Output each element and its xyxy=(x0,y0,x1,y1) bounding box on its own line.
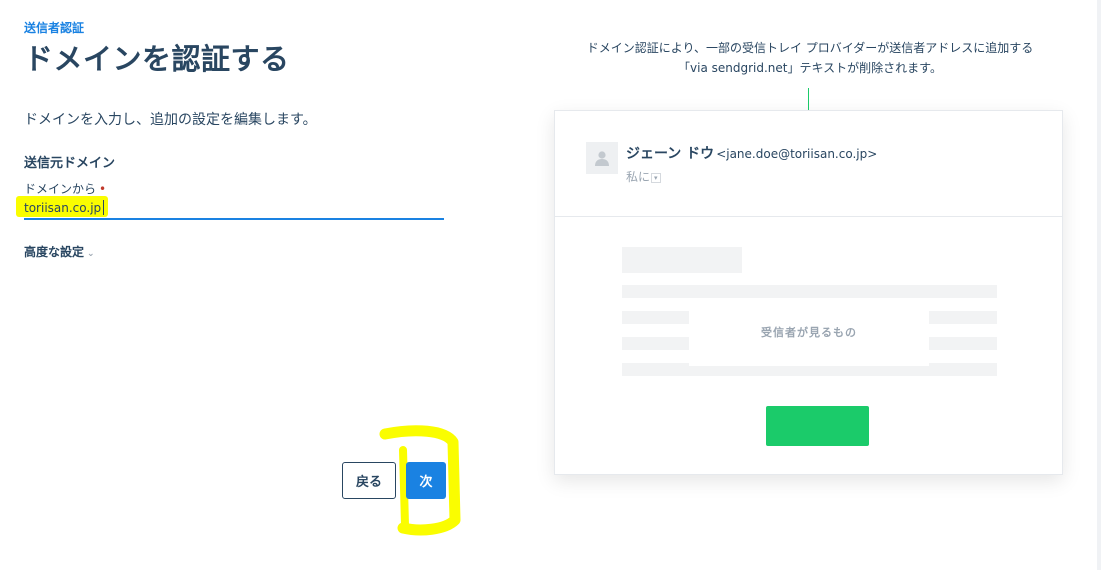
domain-field-label-text: ドメインから xyxy=(24,182,97,196)
right-scroll-edge xyxy=(1097,0,1101,570)
callout-line-2: 「via sendgrid.net」テキストが削除されます。 xyxy=(678,61,942,75)
sender-email: <jane.doe@toriisan.co.jp> xyxy=(716,147,878,161)
recipient-label: 私に xyxy=(626,170,651,184)
breadcrumb[interactable]: 送信者認証 xyxy=(24,19,84,36)
callout-text: ドメイン認証により、一部の受信トレイ プロバイダーが送信者アドレスに追加する 「… xyxy=(540,38,1080,78)
advanced-settings-toggle[interactable]: 高度な設定 ⌄ xyxy=(24,243,95,260)
required-indicator: • xyxy=(99,182,107,196)
placeholder-cta-button xyxy=(766,406,869,446)
recipient-line: 私に ▾ xyxy=(626,168,661,185)
section-title-from-domain: 送信元ドメイン xyxy=(24,156,116,171)
caret-down-icon: ▾ xyxy=(651,172,661,183)
placeholder-heading xyxy=(622,247,742,273)
page-description: ドメインを入力し、追加の設定を編集します。 xyxy=(24,112,317,128)
advanced-settings-label: 高度な設定 xyxy=(24,245,85,259)
text-cursor xyxy=(103,200,104,215)
callout-line-1: ドメイン認証により、一部の受信トレイ プロバイダーが送信者アドレスに追加する xyxy=(586,41,1034,55)
preview-label: 受信者が見るもの xyxy=(689,298,929,366)
page-title: ドメインを認証する xyxy=(24,42,290,76)
sender-name: ジェーン ドウ xyxy=(626,146,715,162)
card-divider xyxy=(555,216,1062,217)
user-avatar-icon xyxy=(586,142,618,174)
sender-line: ジェーン ドウ <jane.doe@toriisan.co.jp> xyxy=(626,143,877,163)
placeholder-line xyxy=(622,285,997,298)
back-button[interactable]: 戻る xyxy=(342,462,396,499)
chevron-down-icon: ⌄ xyxy=(87,249,95,259)
domain-field-label: ドメインから • xyxy=(24,180,106,197)
next-button[interactable]: 次 xyxy=(406,462,446,499)
domain-input[interactable] xyxy=(24,198,444,220)
email-preview-card: ジェーン ドウ <jane.doe@toriisan.co.jp> 私に ▾ 受信者… xyxy=(554,110,1063,475)
